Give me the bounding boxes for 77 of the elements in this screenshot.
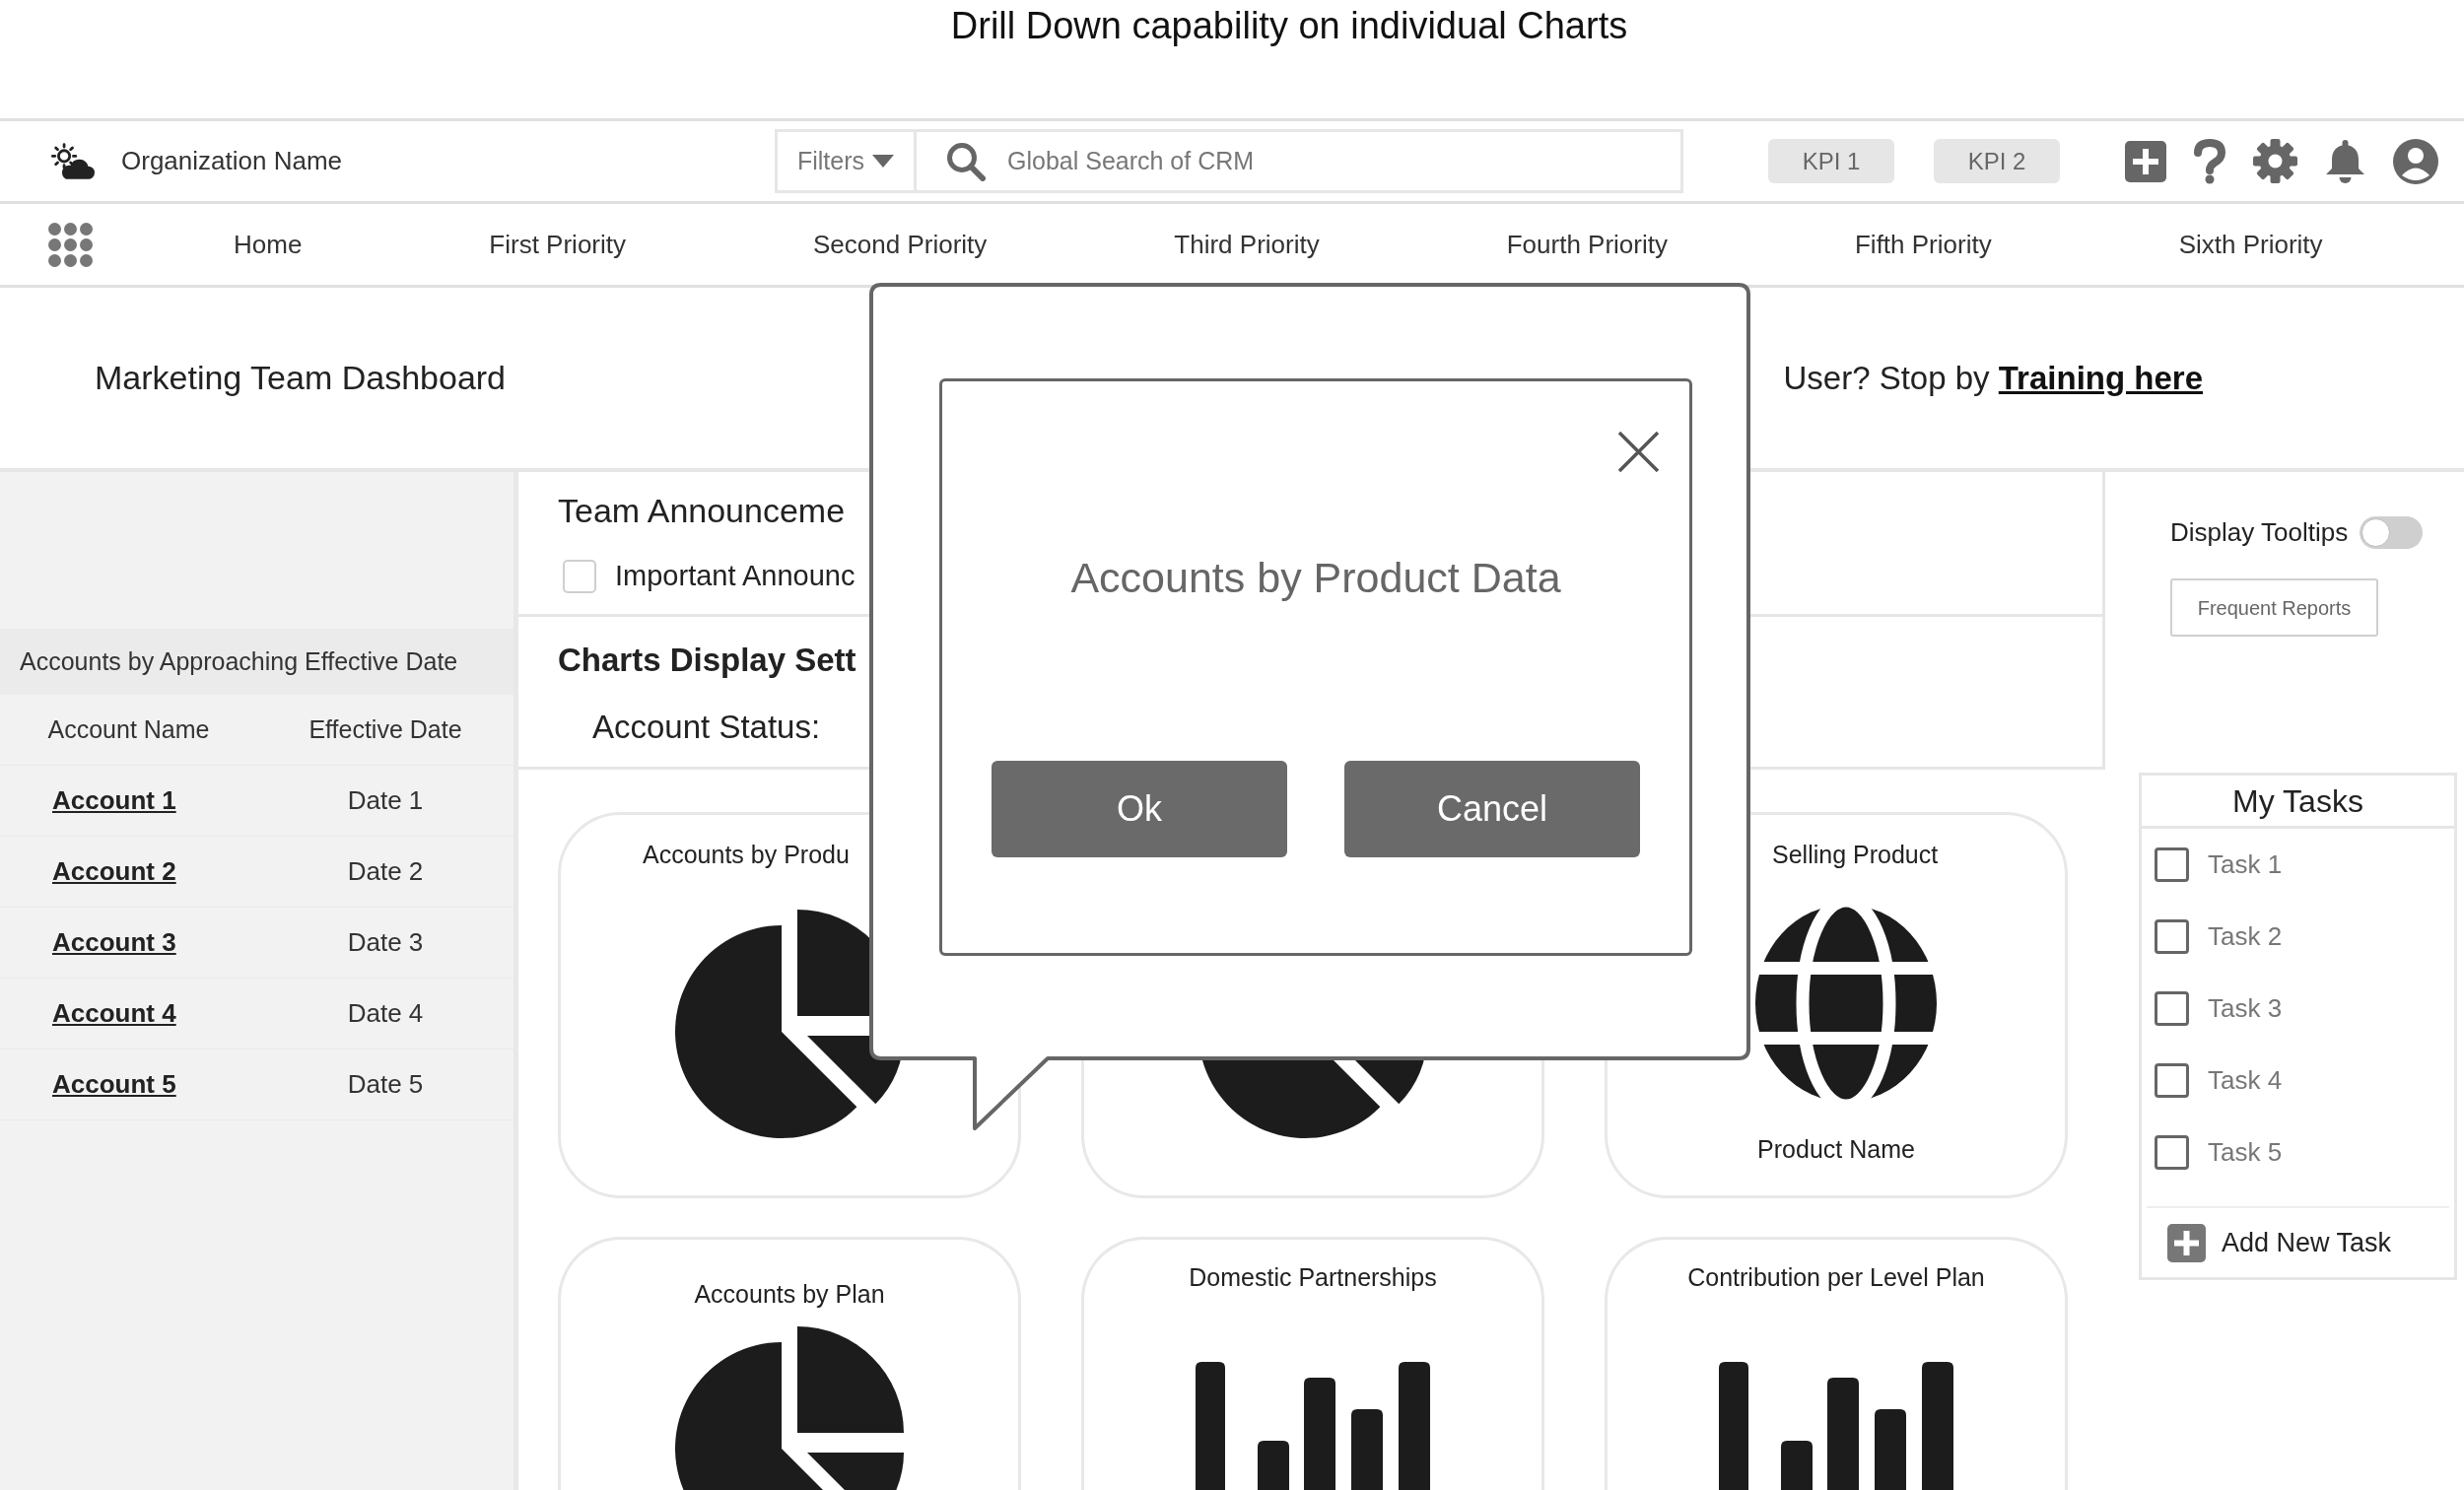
training-link[interactable]: Training here [1998, 359, 2203, 396]
checkbox[interactable] [2155, 847, 2189, 882]
section-title: Team Announceme [558, 491, 846, 530]
close-button[interactable] [1617, 431, 1660, 473]
user-avatar-icon[interactable] [2393, 138, 2438, 184]
checkbox[interactable] [2155, 1063, 2189, 1098]
plus-square-icon[interactable] [2125, 140, 2166, 182]
add-task-button[interactable]: Add New Task [2167, 1222, 2392, 1263]
checkbox[interactable] [2155, 919, 2189, 954]
task-label: Task 2 [2208, 920, 2283, 953]
chart-title: Accounts by Produ [643, 840, 850, 869]
account-link[interactable]: Account 4 [52, 994, 176, 1033]
date-cell-text: Date 4 [347, 997, 424, 1030]
pie-chart-icon [673, 1324, 906, 1490]
account-link[interactable]: Account 3 [52, 923, 176, 962]
chart-card[interactable]: Accounts by Plan [558, 1237, 1021, 1490]
chart-caption: Product Name [1757, 1134, 1915, 1164]
dialog-title: Accounts by Product Data [1070, 553, 1561, 603]
task-label: Task 3 [2208, 992, 2283, 1025]
search-field[interactable]: Global Search of CRM [917, 129, 1683, 193]
date-cell-text: Date 1 [347, 784, 424, 817]
caret-icon [872, 155, 895, 168]
bar-chart-icon [1196, 1362, 1430, 1490]
field-label: Account Status: [592, 710, 821, 745]
chart-title: Domestic Partnerships [1189, 1262, 1437, 1292]
account-link[interactable]: Account 5 [52, 1065, 176, 1104]
bar-chart-icon [1719, 1362, 1953, 1490]
table-title: Accounts by Approaching Effective Date [20, 645, 458, 677]
chart-card[interactable]: Contribution per Level Plan [1605, 1237, 2068, 1490]
column-header: Account Name [47, 713, 210, 745]
cancel-button[interactable]: Cancel [1344, 761, 1640, 857]
cloud-sun-logo-icon [50, 142, 95, 180]
chart-title: Accounts by Plan [694, 1279, 885, 1309]
nav-link[interactable]: Fourth Priority [1506, 225, 1668, 264]
task-label: Task 5 [2208, 1136, 2283, 1169]
organization-name: Organization Name [121, 145, 342, 177]
dashboard-title: Marketing Team Dashboard [95, 358, 507, 398]
chart-title: Selling Product [1772, 840, 1939, 869]
close-icon [1617, 431, 1660, 473]
account-link[interactable]: Account 1 [52, 781, 176, 820]
checkbox[interactable] [2155, 991, 2189, 1026]
nav-link[interactable]: First Priority [489, 225, 627, 264]
date-cell-text: Date 5 [347, 1068, 424, 1101]
frequent-reports-button[interactable]: Frequent Reports [2170, 578, 2378, 637]
page-title: Drill Down capability on individual Charts [950, 4, 1628, 48]
account-link[interactable]: Account 2 [52, 852, 176, 891]
column-header: Effective Date [308, 713, 462, 745]
chart-card[interactable]: Domestic Partnerships [1081, 1237, 1544, 1490]
task-label: Task 1 [2208, 848, 2283, 881]
globe-icon [1755, 905, 1937, 1102]
task-label: Task 4 [2208, 1064, 2283, 1097]
nav-link[interactable]: Fifth Priority [1854, 225, 1992, 264]
search-icon [946, 141, 986, 181]
kpi-button[interactable]: KPI 2 [1934, 139, 2060, 183]
nav-link[interactable]: Second Priority [813, 225, 988, 264]
bell-icon[interactable] [2324, 138, 2366, 184]
date-cell-text: Date 2 [347, 855, 424, 888]
nav-link[interactable]: Third Priority [1174, 225, 1320, 264]
filters-dropdown[interactable]: Filters [775, 129, 917, 193]
tooltips-toggle[interactable] [2360, 515, 2424, 549]
date-cell-text: Date 3 [347, 926, 424, 959]
chart-title: Contribution per Level Plan [1687, 1262, 1985, 1292]
app-grid-icon[interactable] [48, 222, 93, 267]
search-input[interactable]: Global Search of CRM [1007, 141, 1669, 181]
settings-icon[interactable] [2253, 139, 2297, 183]
confirm-button[interactable]: Ok [992, 761, 1287, 857]
checkbox[interactable] [2155, 1135, 2189, 1170]
plus-square-icon [2167, 1223, 2206, 1262]
section-title: Charts Display Sett [558, 641, 856, 680]
toggle-label: Display Tooltips [2170, 515, 2349, 549]
nav-link[interactable]: Home [234, 225, 303, 264]
kpi-button[interactable]: KPI 1 [1768, 139, 1894, 183]
tasks-title: My Tasks [2232, 781, 2363, 821]
checkbox-label: Important Announc [615, 559, 856, 594]
help-icon[interactable] [2193, 138, 2226, 184]
nav-link[interactable]: Sixth Priority [2178, 225, 2323, 264]
training-prompt: User? Stop by Training here [1783, 358, 2203, 398]
